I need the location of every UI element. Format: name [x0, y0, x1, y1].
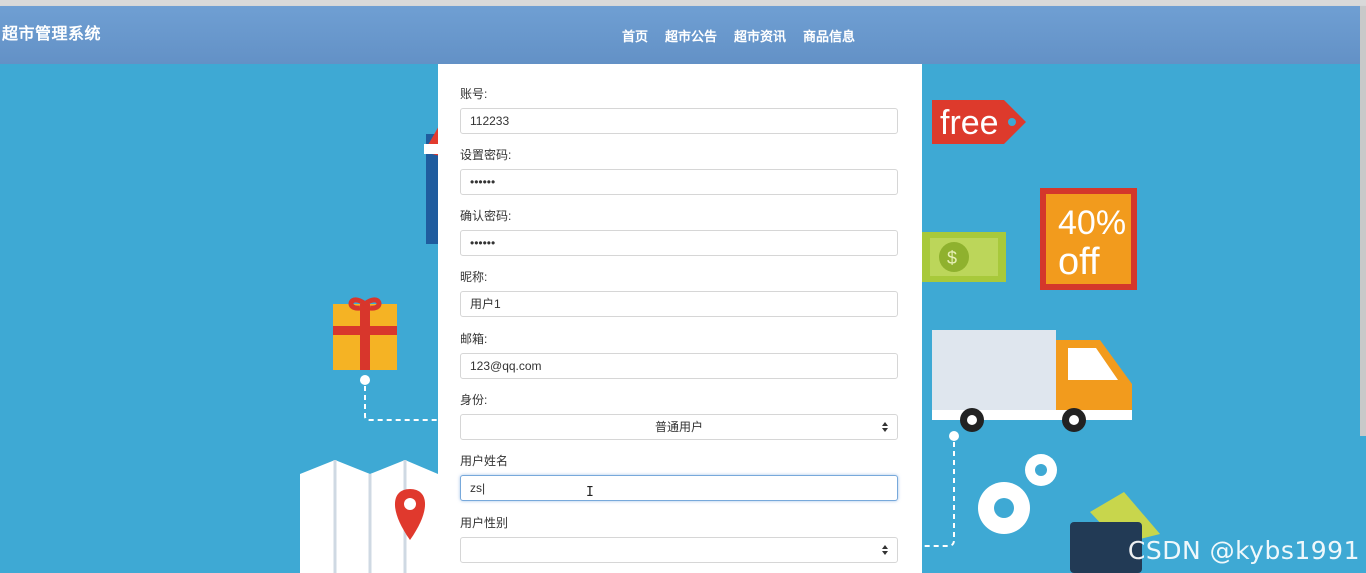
discount-text-1: 40%	[1058, 204, 1126, 242]
top-navbar: 超市管理系统 首页 超市公告 超市资讯 商品信息	[0, 6, 1366, 64]
nav-item-products[interactable]: 商品信息	[803, 26, 855, 45]
select-arrows-icon	[882, 422, 888, 432]
password-field-group: 设置密码: ••••••	[460, 147, 900, 195]
email-input[interactable]: 123@qq.com	[460, 353, 898, 379]
email-field-group: 邮箱: 123@qq.com	[460, 331, 900, 379]
nav-item-notices[interactable]: 超市公告	[665, 26, 717, 45]
account-label: 账号:	[460, 87, 488, 101]
realname-label: 用户姓名	[460, 454, 509, 468]
nav-item-home[interactable]: 首页	[622, 26, 648, 45]
role-select-value: 普通用户	[654, 420, 703, 434]
nav-links: 首页 超市公告 超市资讯 商品信息	[622, 26, 855, 45]
nickname-field-group: 昵称: 用户1	[460, 269, 900, 317]
map-icon	[300, 460, 438, 573]
app-title: 超市管理系统	[2, 26, 102, 43]
nickname-input[interactable]: 用户1	[460, 291, 898, 317]
confirm-password-input[interactable]: ••••••	[460, 230, 898, 256]
ibeam-cursor-icon: I	[586, 485, 594, 500]
nickname-label: 昵称:	[460, 270, 488, 284]
account-input[interactable]: 112233	[460, 108, 898, 134]
confirm-password-label: 确认密码:	[460, 209, 512, 223]
realname-field-group: 用户姓名 zs| I	[460, 453, 900, 501]
account-field-group: 账号: 112233	[460, 86, 900, 134]
realname-input[interactable]: zs| I	[460, 475, 898, 501]
password-label: 设置密码:	[460, 148, 512, 162]
gender-select[interactable]	[460, 537, 898, 563]
select-arrows-icon	[882, 545, 888, 555]
realname-input-value: zs	[470, 481, 482, 495]
money-symbol: $	[947, 248, 957, 268]
free-tag-text: free	[940, 104, 999, 142]
discount-text-2: off	[1058, 241, 1100, 283]
gender-label: 用户性别	[460, 516, 509, 530]
nav-item-news[interactable]: 超市资讯	[734, 26, 786, 45]
confirm-password-field-group: 确认密码: ••••••	[460, 208, 900, 256]
role-field-group: 身份: 普通用户	[460, 392, 900, 440]
role-select[interactable]: 普通用户	[460, 414, 898, 440]
csdn-watermark: CSDN @kybs1991	[1127, 536, 1360, 565]
page-scrollbar[interactable]	[1360, 6, 1366, 436]
password-input[interactable]: ••••••	[460, 169, 898, 195]
money-icon: $	[922, 232, 1006, 282]
email-label: 邮箱:	[460, 332, 488, 346]
register-form-panel: 账号: 112233 设置密码: •••••• 确认密码: •••••• 昵称:…	[438, 64, 922, 573]
role-label: 身份:	[460, 393, 488, 407]
discount-sign-icon: 40% off	[1040, 188, 1137, 290]
gender-field-group: 用户性别	[460, 515, 900, 563]
text-caret: |	[482, 481, 486, 495]
